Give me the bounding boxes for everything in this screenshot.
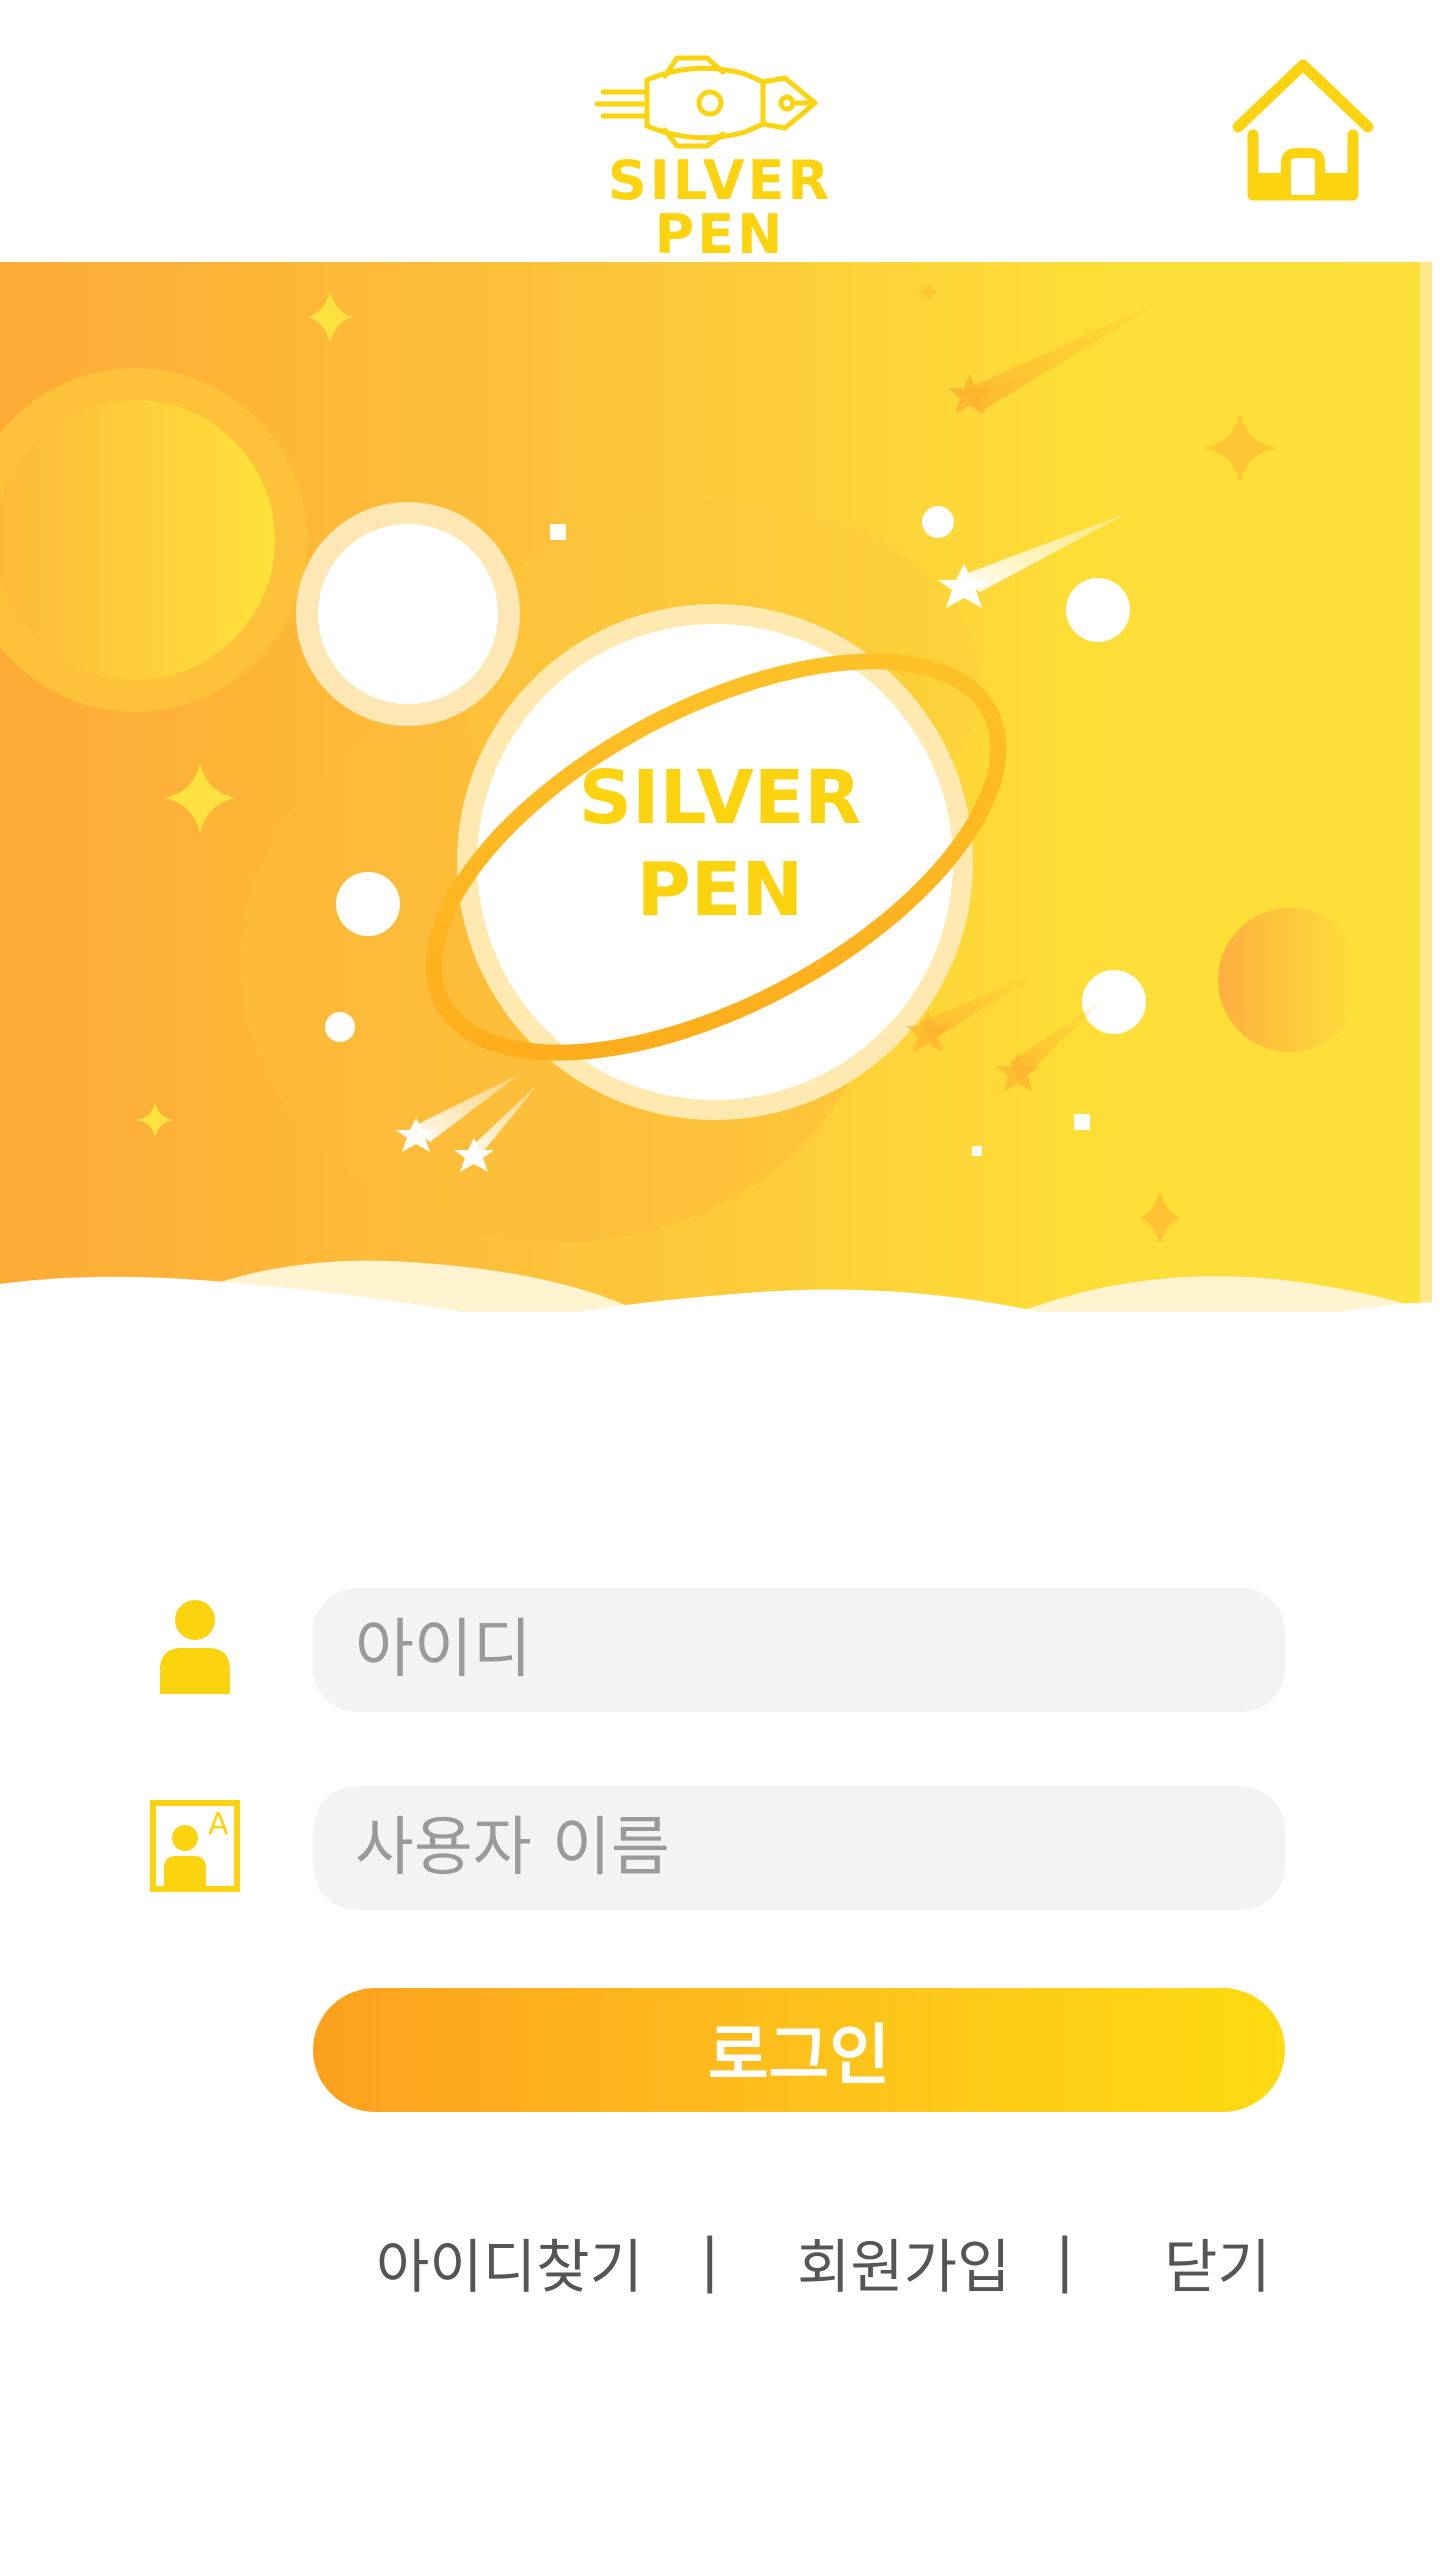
planet-title-line2: PEN — [636, 847, 804, 933]
link-separator: | — [1055, 2226, 1075, 2294]
bottom-links: 아이디찾기 | 회원가입 | 닫기 — [0, 2220, 1440, 2301]
home-icon — [1232, 59, 1374, 201]
hero-banner: SILVER PEN — [0, 262, 1440, 1352]
login-screen: SILVER PEN SILVER PEN 아이디 A 사용자 이름 로그인 아… — [0, 0, 1440, 2560]
close-link[interactable]: 닫기 — [1164, 2220, 1271, 2304]
link-separator: | — [700, 2226, 720, 2294]
planet-title: SILVER PEN — [560, 752, 880, 936]
name-row: A — [0, 1786, 1440, 1910]
app-logo: SILVER PEN — [555, 50, 885, 262]
app-header: SILVER PEN — [0, 0, 1440, 262]
id-row — [0, 1588, 1440, 1712]
find-id-link[interactable]: 아이디찾기 — [376, 2220, 643, 2304]
planet-title-line1: SILVER — [578, 755, 862, 841]
user-icon — [160, 1600, 230, 1694]
user-name-card-icon: A — [150, 1800, 240, 1892]
home-button[interactable] — [1228, 55, 1378, 205]
id-input[interactable] — [313, 1588, 1285, 1712]
svg-text:A: A — [208, 1807, 229, 1842]
logo-text: SILVER PEN — [607, 149, 833, 266]
username-input[interactable] — [313, 1786, 1285, 1910]
signup-link[interactable]: 회원가입 — [797, 2220, 1010, 2304]
login-button[interactable]: 로그인 — [313, 1988, 1285, 2112]
pen-rocket-logo-icon — [595, 55, 818, 149]
